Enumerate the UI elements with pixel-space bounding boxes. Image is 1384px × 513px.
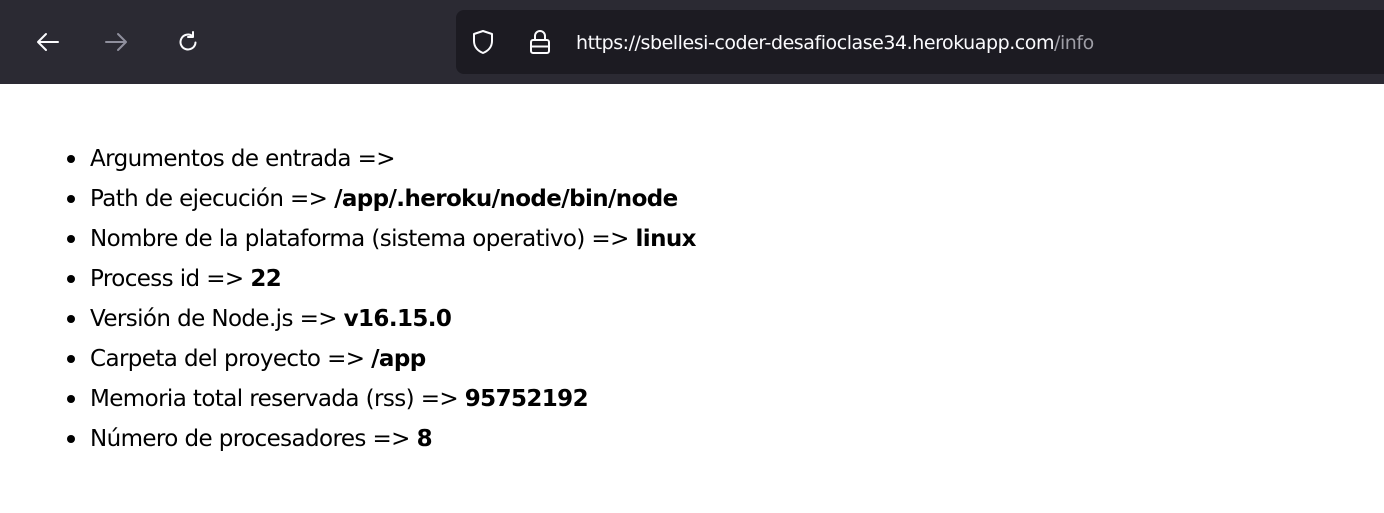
item-value: 8 [416, 426, 433, 452]
url-domain: https://sbellesi-coder-desafioclase34.he… [576, 32, 1055, 54]
item-label: Process id => [90, 266, 251, 292]
bullet [67, 435, 75, 443]
arrow-right-icon [105, 33, 127, 51]
url-text[interactable]: https://sbellesi-coder-desafioclase34.he… [576, 31, 1094, 55]
item-label: Nombre de la plataforma (sistema operati… [90, 226, 636, 252]
item-value: /app/.heroku/node/bin/node [334, 186, 678, 212]
item-label: Argumentos de entrada => [90, 146, 396, 172]
back-button[interactable] [28, 22, 68, 62]
bullet [67, 395, 75, 403]
item-label: Path de ejecución => [90, 186, 335, 212]
shield-icon[interactable] [472, 29, 494, 55]
item-value: v16.15.0 [343, 306, 452, 332]
list-item-node-version: Versión de Node.js => v16.15.0 [0, 299, 696, 339]
list-item-procesadores: Número de procesadores => 8 [0, 419, 696, 459]
bullet [67, 355, 75, 363]
item-label: Versión de Node.js => [90, 306, 344, 332]
bullet [67, 195, 75, 203]
list-item-process-id: Process id => 22 [0, 259, 696, 299]
info-list: Argumentos de entrada => Path de ejecuci… [0, 139, 696, 459]
reload-button[interactable] [168, 22, 208, 62]
item-value: /app [371, 346, 426, 372]
item-value: linux [635, 226, 697, 252]
arrow-left-icon [37, 33, 59, 51]
url-path: /info [1054, 32, 1094, 54]
forward-button[interactable] [96, 22, 136, 62]
item-value: 95752192 [464, 386, 589, 412]
item-label: Número de procesadores => [90, 426, 417, 452]
bullet [67, 155, 75, 163]
list-item-carpeta: Carpeta del proyecto => /app [0, 339, 696, 379]
list-item-plataforma: Nombre de la plataforma (sistema operati… [0, 219, 696, 259]
list-item-argumentos: Argumentos de entrada => [0, 139, 696, 179]
list-item-memoria: Memoria total reservada (rss) => 9575219… [0, 379, 696, 419]
bullet [67, 315, 75, 323]
address-bar[interactable]: https://sbellesi-coder-desafioclase34.he… [456, 10, 1384, 74]
list-item-path: Path de ejecución => /app/.heroku/node/b… [0, 179, 696, 219]
reload-icon [179, 31, 197, 51]
lock-icon[interactable] [529, 29, 551, 55]
browser-toolbar: https://sbellesi-coder-desafioclase34.he… [0, 0, 1384, 84]
item-value: 22 [250, 266, 282, 292]
bullet [67, 275, 75, 283]
item-label: Memoria total reservada (rss) => [90, 386, 465, 412]
item-label: Carpeta del proyecto => [90, 346, 372, 372]
bullet [67, 235, 75, 243]
